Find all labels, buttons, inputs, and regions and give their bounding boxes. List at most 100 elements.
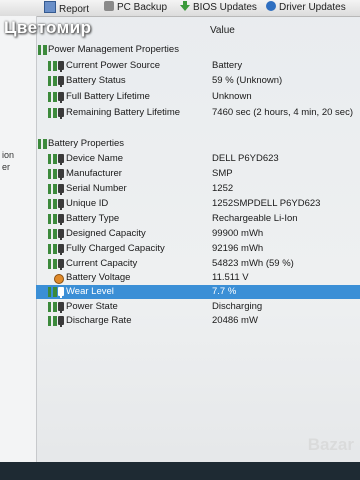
property-label: Serial Number — [66, 183, 127, 194]
tree-line-icon — [48, 259, 57, 269]
tree-row-selected[interactable]: Wear Level 7.7 % — [36, 285, 360, 299]
section-title: Battery Properties — [48, 138, 125, 149]
property-value: Discharging — [212, 301, 263, 312]
pc-backup-label: PC Backup — [117, 2, 168, 13]
property-label: Designed Capacity — [66, 228, 146, 239]
property-icon — [58, 316, 64, 327]
section-header-power[interactable]: Power Management Properties — [36, 43, 360, 57]
property-label: Device Name — [66, 153, 124, 164]
property-icon — [58, 287, 64, 298]
tree-row[interactable]: Device Name DELL P6YD623 — [36, 152, 360, 166]
tree-line-icon — [48, 169, 57, 179]
tree-line-icon — [48, 229, 57, 239]
property-value: SMP — [212, 168, 233, 179]
tree-line-icon — [48, 244, 57, 254]
pc-backup-button[interactable]: PC Backup — [104, 1, 167, 15]
watermark-text: Цветомир — [4, 18, 92, 37]
property-icon — [58, 154, 64, 165]
property-icon — [58, 302, 64, 313]
bios-updates-label: BIOS Updates — [193, 2, 257, 13]
property-icon — [58, 184, 64, 195]
property-value: 7.7 % — [212, 286, 237, 297]
section-icon — [38, 139, 47, 149]
property-value: 59 % (Unknown) — [212, 75, 283, 86]
property-label: Current Power Source — [66, 60, 160, 71]
property-value: 7460 sec (2 hours, 4 min, 20 sec) — [212, 107, 353, 118]
property-icon — [58, 244, 64, 255]
tree-row[interactable]: Unique ID 1252SMPDELL P6YD623 — [36, 197, 360, 211]
property-label: Remaining Battery Lifetime — [66, 107, 181, 118]
tree-row[interactable]: Remaining Battery Lifetime 7460 sec (2 h… — [36, 106, 360, 120]
property-value: 11.511 V — [212, 272, 249, 283]
side-label-2: er — [2, 162, 11, 172]
tree-row[interactable]: Power State Discharging — [36, 300, 360, 314]
property-value: Rechargeable Li-Ion — [212, 213, 298, 224]
tree-row[interactable]: Discharge Rate 20486 mW — [36, 314, 360, 328]
tree-line-icon — [48, 199, 57, 209]
tree-row[interactable]: Battery Status 59 % (Unknown) — [36, 74, 360, 88]
left-panel: ion er — [0, 16, 37, 480]
property-icon — [58, 108, 64, 119]
section-icon — [38, 45, 47, 55]
monitor-bezel — [0, 462, 360, 480]
property-icon — [58, 259, 64, 270]
property-icon — [58, 229, 64, 240]
tree-row[interactable]: Current Capacity 54823 mWh (59 %) — [36, 257, 360, 271]
app-window: Report PC Backup BIOS Updates Driver Upd… — [0, 0, 360, 480]
tree-row[interactable]: Fully Charged Capacity 92196 mWh — [36, 242, 360, 256]
tree-row[interactable]: Battery Voltage 11.511 V — [36, 271, 360, 285]
bios-update-icon — [180, 1, 190, 11]
property-label: Fully Charged Capacity — [66, 243, 165, 254]
property-label: Battery Voltage — [66, 272, 131, 283]
property-value: Battery — [212, 60, 243, 71]
property-label: Unique ID — [66, 198, 109, 209]
report-button[interactable]: Report — [44, 1, 89, 15]
battery-voltage-icon — [54, 274, 64, 284]
backup-icon — [104, 1, 114, 11]
property-value: 54823 mWh (59 %) — [212, 258, 294, 269]
property-icon — [58, 199, 64, 210]
property-icon — [58, 169, 64, 180]
driver-update-icon — [266, 1, 276, 11]
tree-row[interactable]: Battery Type Rechargeable Li-Ion — [36, 212, 360, 226]
property-icon — [58, 214, 64, 225]
tree-line-icon — [48, 184, 57, 194]
driver-updates-label: Driver Updates — [279, 2, 346, 13]
property-label: Current Capacity — [66, 258, 138, 269]
column-header-value[interactable]: Value — [210, 25, 235, 36]
property-icon — [58, 61, 64, 72]
tree-line-icon — [48, 92, 57, 102]
report-icon — [44, 1, 56, 13]
tree-row[interactable]: Designed Capacity 99900 mWh — [36, 227, 360, 241]
tree-line-icon — [48, 287, 57, 297]
property-label: Battery Status — [66, 75, 126, 86]
section-header-battery[interactable]: Battery Properties — [36, 137, 360, 151]
property-label: Wear Level — [66, 286, 114, 297]
property-value: 20486 mW — [212, 315, 258, 326]
tree-line-icon — [48, 61, 57, 71]
property-icon — [58, 76, 64, 87]
property-value: 99900 mWh — [212, 228, 264, 239]
property-label: Power State — [66, 301, 118, 312]
tree-row[interactable]: Serial Number 1252 — [36, 182, 360, 196]
property-value: 1252SMPDELL P6YD623 — [212, 198, 321, 209]
driver-updates-button[interactable]: Driver Updates — [266, 1, 346, 15]
property-value: 1252 — [212, 183, 234, 194]
bios-updates-button[interactable]: BIOS Updates — [180, 1, 257, 15]
property-value: 92196 mWh — [212, 243, 264, 254]
tree-line-icon — [48, 316, 57, 326]
bazar-watermark: Bazar — [307, 435, 354, 454]
tree-line-icon — [48, 76, 57, 86]
tree-line-icon — [48, 214, 57, 224]
tree-row[interactable]: Current Power Source Battery — [36, 59, 360, 73]
tree-row[interactable]: Full Battery Lifetime Unknown — [36, 90, 360, 104]
property-value: DELL P6YD623 — [212, 153, 279, 164]
tree-line-icon — [48, 302, 57, 312]
section-title: Power Management Properties — [48, 44, 179, 55]
tree-line-icon — [48, 154, 57, 164]
side-label-1: ion — [2, 150, 15, 160]
tree-row[interactable]: Manufacturer SMP — [36, 167, 360, 181]
tree-line-icon — [48, 108, 57, 118]
property-label: Battery Type — [66, 213, 120, 224]
report-label: Report — [59, 4, 90, 15]
